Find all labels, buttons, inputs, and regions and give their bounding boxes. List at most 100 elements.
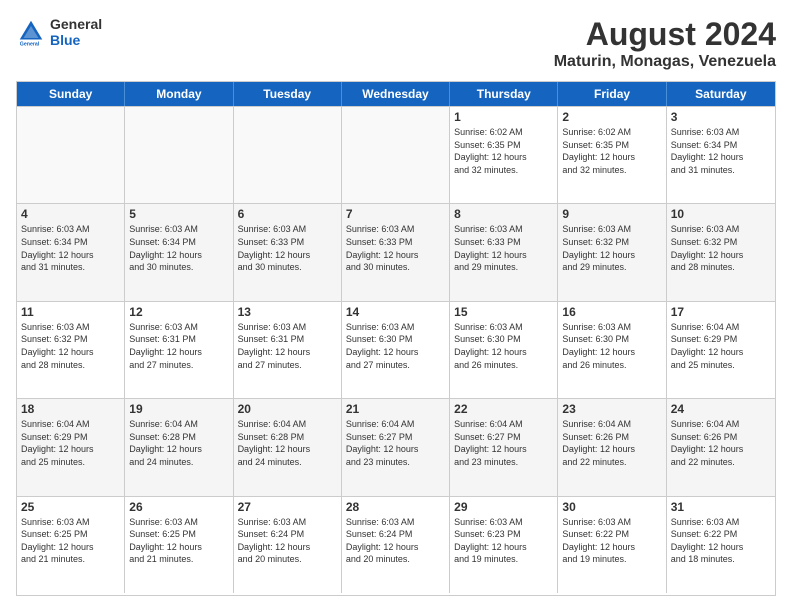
- day-info: Sunrise: 6:03 AM Sunset: 6:34 PM Dayligh…: [129, 223, 228, 273]
- calendar-cell: 1 Sunrise: 6:02 AM Sunset: 6:35 PM Daylig…: [450, 107, 558, 203]
- day-number: 27: [238, 500, 337, 514]
- day-info: Sunrise: 6:03 AM Sunset: 6:22 PM Dayligh…: [671, 516, 771, 566]
- day-number: 5: [129, 207, 228, 221]
- day-number: 7: [346, 207, 445, 221]
- day-info: Sunrise: 6:03 AM Sunset: 6:24 PM Dayligh…: [346, 516, 445, 566]
- day-number: 4: [21, 207, 120, 221]
- calendar-cell: 10 Sunrise: 6:03 AM Sunset: 6:32 PM Dayli…: [667, 204, 775, 300]
- calendar-row: 4 Sunrise: 6:03 AM Sunset: 6:34 PM Daylig…: [17, 203, 775, 300]
- day-number: 16: [562, 305, 661, 319]
- calendar-body: 1 Sunrise: 6:02 AM Sunset: 6:35 PM Daylig…: [17, 106, 775, 593]
- day-number: 14: [346, 305, 445, 319]
- logo-general: General: [50, 16, 102, 32]
- day-info: Sunrise: 6:03 AM Sunset: 6:31 PM Dayligh…: [238, 321, 337, 371]
- logo-text: General Blue: [50, 16, 102, 48]
- day-info: Sunrise: 6:04 AM Sunset: 6:26 PM Dayligh…: [671, 418, 771, 468]
- calendar-cell: [234, 107, 342, 203]
- svg-text:General: General: [20, 42, 40, 48]
- day-number: 8: [454, 207, 553, 221]
- month-year: August 2024: [554, 16, 776, 53]
- calendar-cell: 9 Sunrise: 6:03 AM Sunset: 6:32 PM Daylig…: [558, 204, 666, 300]
- calendar-cell: 14 Sunrise: 6:03 AM Sunset: 6:30 PM Dayli…: [342, 302, 450, 398]
- calendar-cell: 4Sunrise: 6:03 AM Sunset: 6:34 PM Daylig…: [17, 204, 125, 300]
- day-number: 15: [454, 305, 553, 319]
- calendar-cell: 7Sunrise: 6:03 AM Sunset: 6:33 PM Daylig…: [342, 204, 450, 300]
- day-info: Sunrise: 6:03 AM Sunset: 6:33 PM Dayligh…: [454, 223, 553, 273]
- calendar-cell: 27Sunrise: 6:03 AM Sunset: 6:24 PM Dayli…: [234, 497, 342, 593]
- calendar-cell: 8 Sunrise: 6:03 AM Sunset: 6:33 PM Daylig…: [450, 204, 558, 300]
- day-info: Sunrise: 6:02 AM Sunset: 6:35 PM Dayligh…: [454, 126, 553, 176]
- calendar-cell: 2 Sunrise: 6:02 AM Sunset: 6:35 PM Daylig…: [558, 107, 666, 203]
- day-number: 18: [21, 402, 120, 416]
- day-info: Sunrise: 6:03 AM Sunset: 6:30 PM Dayligh…: [454, 321, 553, 371]
- day-number: 31: [671, 500, 771, 514]
- weekday-header: Wednesday: [342, 82, 450, 106]
- day-info: Sunrise: 6:04 AM Sunset: 6:28 PM Dayligh…: [238, 418, 337, 468]
- calendar-cell: 28 Sunrise: 6:03 AM Sunset: 6:24 PM Dayli…: [342, 497, 450, 593]
- calendar-cell: 16 Sunrise: 6:03 AM Sunset: 6:30 PM Dayli…: [558, 302, 666, 398]
- calendar-row: 18Sunrise: 6:04 AM Sunset: 6:29 PM Dayli…: [17, 398, 775, 495]
- day-info: Sunrise: 6:03 AM Sunset: 6:33 PM Dayligh…: [238, 223, 337, 273]
- calendar-row: 11Sunrise: 6:03 AM Sunset: 6:32 PM Dayli…: [17, 301, 775, 398]
- day-info: Sunrise: 6:04 AM Sunset: 6:26 PM Dayligh…: [562, 418, 661, 468]
- day-number: 22: [454, 402, 553, 416]
- day-info: Sunrise: 6:03 AM Sunset: 6:25 PM Dayligh…: [129, 516, 228, 566]
- calendar-cell: 17 Sunrise: 6:04 AM Sunset: 6:29 PM Dayli…: [667, 302, 775, 398]
- logo-icon: General Blue: [16, 17, 46, 47]
- day-number: 13: [238, 305, 337, 319]
- location: Maturin, Monagas, Venezuela: [554, 53, 776, 71]
- weekday-header: Thursday: [450, 82, 558, 106]
- day-number: 3: [671, 110, 771, 124]
- calendar-cell: [342, 107, 450, 203]
- day-info: Sunrise: 6:03 AM Sunset: 6:22 PM Dayligh…: [562, 516, 661, 566]
- day-info: Sunrise: 6:03 AM Sunset: 6:32 PM Dayligh…: [671, 223, 771, 273]
- day-number: 1: [454, 110, 553, 124]
- calendar-row: 1 Sunrise: 6:02 AM Sunset: 6:35 PM Daylig…: [17, 106, 775, 203]
- weekday-header: Tuesday: [234, 82, 342, 106]
- day-info: Sunrise: 6:03 AM Sunset: 6:23 PM Dayligh…: [454, 516, 553, 566]
- day-number: 19: [129, 402, 228, 416]
- day-number: 17: [671, 305, 771, 319]
- logo-blue: Blue: [50, 32, 102, 48]
- day-number: 9: [562, 207, 661, 221]
- day-info: Sunrise: 6:04 AM Sunset: 6:27 PM Dayligh…: [346, 418, 445, 468]
- day-info: Sunrise: 6:03 AM Sunset: 6:30 PM Dayligh…: [562, 321, 661, 371]
- calendar-header: SundayMondayTuesdayWednesdayThursdayFrid…: [17, 82, 775, 106]
- day-number: 29: [454, 500, 553, 514]
- calendar-cell: 25Sunrise: 6:03 AM Sunset: 6:25 PM Dayli…: [17, 497, 125, 593]
- day-number: 30: [562, 500, 661, 514]
- day-number: 2: [562, 110, 661, 124]
- day-number: 10: [671, 207, 771, 221]
- weekday-header: Sunday: [17, 82, 125, 106]
- page: General Blue General Blue August 2024 Ma…: [0, 0, 792, 612]
- day-info: Sunrise: 6:04 AM Sunset: 6:29 PM Dayligh…: [671, 321, 771, 371]
- calendar-cell: 19 Sunrise: 6:04 AM Sunset: 6:28 PM Dayli…: [125, 399, 233, 495]
- calendar-cell: 12 Sunrise: 6:03 AM Sunset: 6:31 PM Dayli…: [125, 302, 233, 398]
- day-number: 28: [346, 500, 445, 514]
- calendar-cell: 11Sunrise: 6:03 AM Sunset: 6:32 PM Dayli…: [17, 302, 125, 398]
- day-info: Sunrise: 6:04 AM Sunset: 6:28 PM Dayligh…: [129, 418, 228, 468]
- day-info: Sunrise: 6:03 AM Sunset: 6:30 PM Dayligh…: [346, 321, 445, 371]
- calendar-cell: 18Sunrise: 6:04 AM Sunset: 6:29 PM Dayli…: [17, 399, 125, 495]
- weekday-header: Monday: [125, 82, 233, 106]
- calendar-cell: 22 Sunrise: 6:04 AM Sunset: 6:27 PM Dayli…: [450, 399, 558, 495]
- day-info: Sunrise: 6:03 AM Sunset: 6:32 PM Dayligh…: [562, 223, 661, 273]
- calendar-cell: [125, 107, 233, 203]
- day-info: Sunrise: 6:03 AM Sunset: 6:31 PM Dayligh…: [129, 321, 228, 371]
- day-number: 25: [21, 500, 120, 514]
- day-info: Sunrise: 6:03 AM Sunset: 6:32 PM Dayligh…: [21, 321, 120, 371]
- calendar-cell: 29 Sunrise: 6:03 AM Sunset: 6:23 PM Dayli…: [450, 497, 558, 593]
- weekday-header: Friday: [558, 82, 666, 106]
- day-info: Sunrise: 6:02 AM Sunset: 6:35 PM Dayligh…: [562, 126, 661, 176]
- calendar-cell: 13 Sunrise: 6:03 AM Sunset: 6:31 PM Dayli…: [234, 302, 342, 398]
- calendar-cell: 21 Sunrise: 6:04 AM Sunset: 6:27 PM Dayli…: [342, 399, 450, 495]
- calendar-cell: 3Sunrise: 6:03 AM Sunset: 6:34 PM Daylig…: [667, 107, 775, 203]
- day-number: 26: [129, 500, 228, 514]
- day-number: 20: [238, 402, 337, 416]
- calendar: SundayMondayTuesdayWednesdayThursdayFrid…: [16, 81, 776, 596]
- day-number: 21: [346, 402, 445, 416]
- day-info: Sunrise: 6:04 AM Sunset: 6:27 PM Dayligh…: [454, 418, 553, 468]
- calendar-cell: 26 Sunrise: 6:03 AM Sunset: 6:25 PM Dayli…: [125, 497, 233, 593]
- day-number: 12: [129, 305, 228, 319]
- day-number: 23: [562, 402, 661, 416]
